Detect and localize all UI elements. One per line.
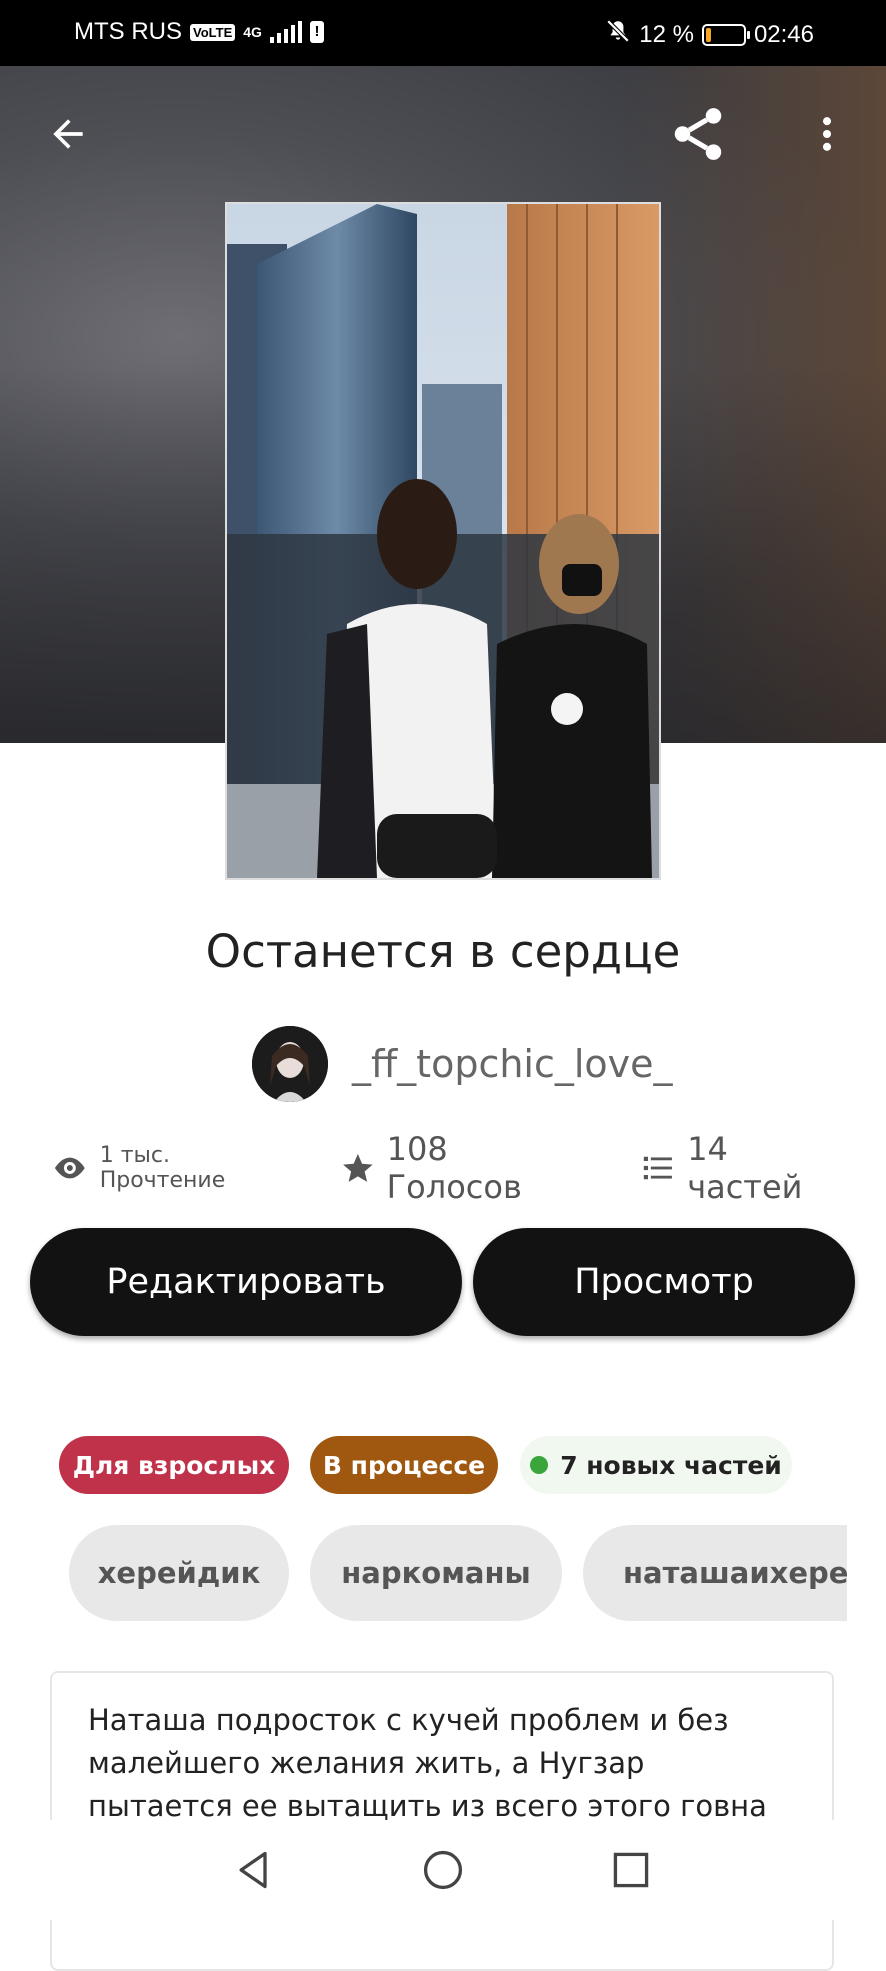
more-options-button[interactable]	[795, 102, 859, 166]
volte-badge: VoLTE	[190, 23, 236, 41]
mature-badge: Для взрослых	[59, 1436, 289, 1494]
parts-stat[interactable]: 14 частей	[641, 1130, 852, 1206]
tag-pill[interactable]: наркоманы	[310, 1525, 562, 1621]
tag-pill[interactable]: наташаихерейдик	[583, 1525, 847, 1621]
arrow-left-icon	[53, 119, 83, 149]
votes-stat: 108 Голосов	[341, 1130, 592, 1206]
system-nav-bar	[0, 1820, 886, 1920]
star-icon	[343, 1153, 373, 1182]
reads-count: 1 тыс. Прочтение	[99, 1143, 226, 1193]
status-bar: MTS RUS VoLTE 4G ! 12 % 02:46	[0, 0, 886, 66]
signal-icon	[269, 21, 302, 43]
nav-home-button[interactable]	[415, 1842, 471, 1898]
eye-icon	[54, 1157, 85, 1179]
author-avatar[interactable]	[252, 1026, 328, 1102]
parts-count[interactable]: 14 частей	[687, 1130, 852, 1206]
list-icon	[644, 1156, 673, 1180]
share-icon	[674, 108, 722, 160]
share-button[interactable]	[666, 102, 730, 166]
circle-home-icon	[423, 1850, 463, 1890]
back-button[interactable]	[36, 102, 100, 166]
battery-icon	[701, 23, 750, 46]
edit-button[interactable]: Редактировать	[30, 1228, 462, 1336]
story-stats: 1 тыс. Прочтение 108 Голосов 14 частей	[52, 1130, 852, 1206]
nav-recents-button[interactable]	[603, 1842, 659, 1898]
carrier-label: MTS RUS	[74, 18, 182, 45]
clock: 02:46	[753, 20, 814, 48]
mute-icon	[605, 18, 631, 51]
nav-back-button[interactable]	[226, 1842, 282, 1898]
sim-alert-icon: !	[309, 21, 324, 43]
new-parts-dot	[530, 1456, 549, 1474]
battery-percent: 12 %	[639, 20, 694, 48]
reads-stat: 1 тыс. Прочтение	[52, 1143, 301, 1193]
network-type: 4G	[243, 24, 262, 40]
author-username[interactable]: _ff_topchic_love_	[352, 1042, 673, 1086]
view-button[interactable]: Просмотр	[473, 1228, 855, 1336]
tag-list: херейдик наркоманы наташаихерейдик	[0, 1520, 847, 1630]
story-title: Останется в сердце	[205, 925, 681, 978]
story-cover-image	[227, 204, 659, 878]
triangle-back-icon	[239, 1851, 267, 1889]
new-parts-badge: 7 новых частей	[520, 1436, 792, 1494]
more-vertical-icon	[822, 117, 832, 151]
author-row[interactable]: _ff_topchic_love_	[252, 1026, 673, 1102]
tag-pill[interactable]: херейдик	[69, 1525, 289, 1621]
new-parts-label: 7 новых частей	[560, 1450, 782, 1480]
square-recents-icon	[613, 1852, 649, 1888]
ongoing-badge: В процессе	[310, 1436, 498, 1494]
votes-count: 108 Голосов	[386, 1130, 522, 1206]
